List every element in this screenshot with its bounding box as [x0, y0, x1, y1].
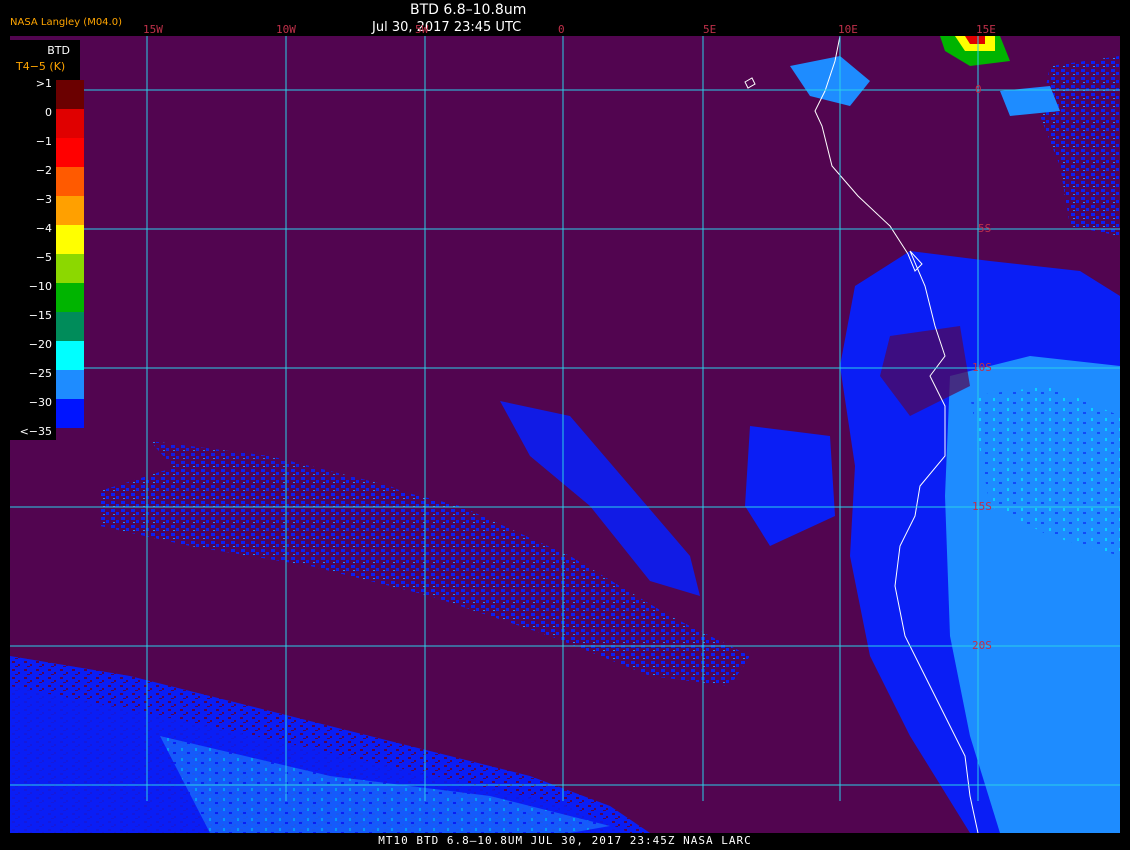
island-outline [744, 77, 756, 89]
legend-tick-label: −4 [35, 222, 52, 235]
organization-label: NASA Langley (M04.0) [10, 17, 122, 28]
legend-swatch [56, 109, 84, 138]
legend-swatch [56, 196, 84, 225]
lon-label-5w: 5W [415, 23, 429, 36]
lon-label-15w: 15W [143, 23, 163, 36]
lon-label-10e: 10E [838, 23, 858, 36]
satellite-map[interactable]: 0 5S 10S 15S 20S [10, 36, 1120, 833]
map-canvas [10, 36, 1120, 833]
legend-tick-label: −3 [35, 193, 52, 206]
legend-tick-label: −5 [35, 251, 52, 264]
cloud-mass-east [840, 251, 1120, 833]
timestamp: Jul 30, 2017 23:45 UTC [372, 20, 522, 35]
legend-tick-label: −15 [28, 309, 52, 322]
legend-title: BTD [47, 44, 70, 57]
legend-swatch [56, 167, 84, 196]
color-legend: BTD T4−5 (K) >1 0 −1 −2 −3 −4 −5 −10 −15 −20 −25 −3… [10, 40, 84, 457]
legend-tick-label: −25 [28, 367, 52, 380]
legend-swatch [56, 312, 84, 341]
legend-swatch [56, 341, 84, 370]
legend-tick-label: −10 [28, 280, 52, 293]
legend-tick-label: 0 [45, 106, 52, 119]
legend-tick-label: −1 [35, 135, 52, 148]
lat-label-5s: 5S [978, 222, 992, 235]
lon-label-15e: 15E [976, 23, 996, 36]
legend-tick-label: −2 [35, 164, 52, 177]
legend-tick-label: −20 [28, 338, 52, 351]
lon-label-5e: 5E [703, 23, 717, 36]
satellite-image-viewer: NASA Langley (M04.0) BTD 6.8–10.8um Jul … [0, 0, 1130, 850]
legend-subtitle: T4−5 (K) [16, 60, 66, 73]
lon-label-10w: 10W [276, 23, 296, 36]
legend-swatch [56, 283, 84, 312]
legend-swatch [56, 138, 84, 167]
legend-swatch [56, 254, 84, 283]
footer-caption: MT10 BTD 6.8–10.8UM JUL 30, 2017 23:45Z … [378, 834, 752, 847]
legend-swatch [56, 428, 84, 457]
legend-swatch [56, 399, 84, 428]
product-title: BTD 6.8–10.8um [410, 2, 527, 18]
legend-tick-label: −30 [28, 396, 52, 409]
legend-swatch [56, 370, 84, 399]
lat-label-20s: 20S [972, 639, 992, 652]
cloud-band-south [10, 656, 650, 833]
legend-tick-label: <−35 [19, 425, 52, 438]
lat-label-0: 0 [975, 83, 982, 96]
legend-swatch [56, 80, 84, 109]
legend-tick-label: >1 [35, 77, 52, 90]
lat-label-10s: 10S [972, 361, 992, 374]
lon-label-0: 0 [558, 23, 565, 36]
cloud-band-middle [100, 401, 835, 686]
legend-swatch [56, 225, 84, 254]
lat-label-15s: 15S [972, 500, 992, 513]
